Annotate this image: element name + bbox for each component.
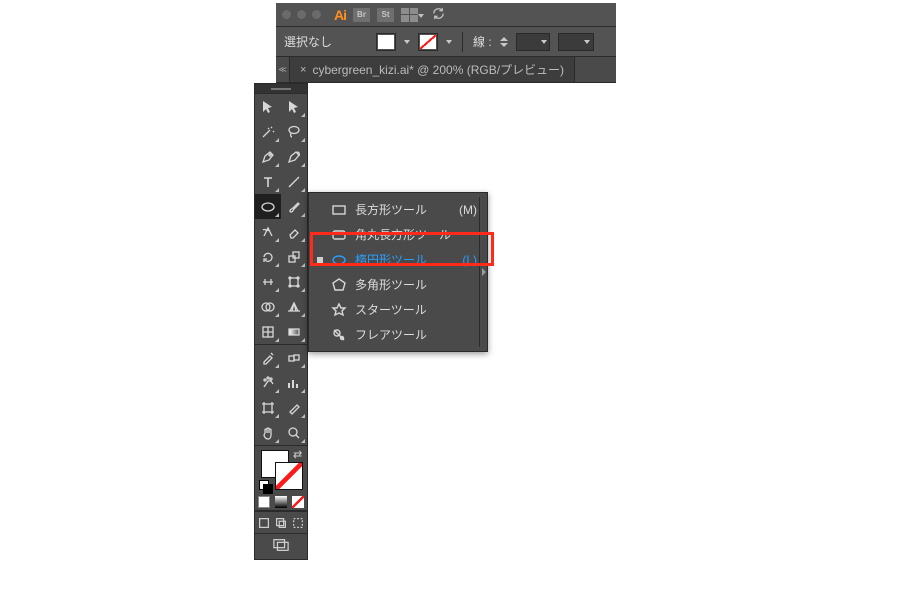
sync-settings-icon[interactable]: [431, 6, 446, 24]
flyout-item-label: 楕円形ツール: [355, 251, 454, 268]
flyout-item-rectangle[interactable]: 長方形ツール (M): [309, 197, 487, 222]
flyout-tearoff-grip[interactable]: [479, 197, 487, 347]
shape-tool[interactable]: [255, 194, 281, 219]
stroke-weight-field[interactable]: [516, 33, 550, 51]
flyout-item-label: スターツール: [355, 301, 469, 318]
flyout-item-ellipse[interactable]: 楕円形ツール (L): [309, 247, 487, 272]
lasso-tool[interactable]: [281, 119, 307, 144]
draw-normal-button[interactable]: [255, 512, 272, 533]
flyout-item-label: フレアツール: [355, 326, 469, 343]
gradient-tool[interactable]: [281, 319, 307, 344]
shape-builder-tool[interactable]: [255, 294, 281, 319]
flyout-item-shortcut: (M): [459, 203, 477, 217]
flyout-item-flare[interactable]: フレアツール: [309, 322, 487, 347]
traffic-lights: [282, 10, 321, 19]
bridge-icon[interactable]: Br: [353, 8, 370, 22]
shaper-tool[interactable]: [255, 219, 281, 244]
flyout-item-label: 長方形ツール: [355, 201, 451, 218]
stroke-swatch-dropdown[interactable]: [446, 40, 452, 44]
line-segment-tool[interactable]: [281, 169, 307, 194]
stroke-weight-stepper[interactable]: [500, 37, 508, 47]
tab-collapse-handle[interactable]: [276, 57, 290, 82]
shape-tools-flyout: 長方形ツール (M) 角丸長方形ツール 楕円形ツール (L) 多角形ツール スタ…: [308, 192, 488, 352]
draw-inside-button[interactable]: [290, 512, 307, 533]
magic-wand-tool[interactable]: [255, 119, 281, 144]
paintbrush-tool[interactable]: [281, 194, 307, 219]
tools-panel: ⇄: [254, 83, 308, 560]
zoom-tool[interactable]: [281, 420, 307, 445]
pen-tool[interactable]: [255, 144, 281, 169]
selected-bullet-icon: [317, 257, 323, 263]
arrange-documents-button[interactable]: [401, 8, 424, 22]
selection-tool[interactable]: [255, 94, 281, 119]
type-tool[interactable]: [255, 169, 281, 194]
document-tab[interactable]: × cybergreen_kizi.ai* @ 200% (RGB/プレビュー): [290, 57, 575, 82]
free-transform-tool[interactable]: [281, 269, 307, 294]
tools-panel-grip[interactable]: [255, 84, 307, 94]
window-titlebar: Ai Br St: [276, 3, 616, 27]
fill-stroke-indicator[interactable]: ⇄: [255, 446, 307, 494]
flyout-item-label: 角丸長方形ツール: [355, 226, 469, 243]
stroke-label: 線 :: [473, 33, 492, 50]
column-graph-tool[interactable]: [281, 370, 307, 395]
control-bar: 選択なし 線 :: [276, 27, 616, 57]
curvature-tool[interactable]: [281, 144, 307, 169]
swap-fill-stroke-icon[interactable]: ⇄: [293, 448, 302, 461]
document-tab-title: cybergreen_kizi.ai* @ 200% (RGB/プレビュー): [312, 61, 564, 78]
symbol-sprayer-tool[interactable]: [255, 370, 281, 395]
hand-tool[interactable]: [255, 420, 281, 445]
stroke-swatch[interactable]: [418, 33, 438, 51]
stock-icon[interactable]: St: [377, 8, 394, 22]
rotate-tool[interactable]: [255, 244, 281, 269]
default-fill-stroke-icon[interactable]: [259, 480, 271, 492]
flyout-item-label: 多角形ツール: [355, 276, 469, 293]
selection-status-label: 選択なし: [284, 33, 332, 50]
color-mode-row: [255, 494, 307, 510]
traffic-close[interactable]: [282, 10, 291, 19]
divider: [462, 32, 463, 52]
draw-behind-button[interactable]: [272, 512, 289, 533]
color-mode-gradient[interactable]: [272, 494, 289, 510]
color-mode-none[interactable]: [290, 494, 307, 510]
eraser-tool[interactable]: [281, 219, 307, 244]
slice-tool[interactable]: [281, 395, 307, 420]
color-mode-solid[interactable]: [255, 494, 272, 510]
flyout-item-star[interactable]: スターツール: [309, 297, 487, 322]
flyout-item-rounded-rectangle[interactable]: 角丸長方形ツール: [309, 222, 487, 247]
document-tab-bar: × cybergreen_kizi.ai* @ 200% (RGB/プレビュー): [276, 57, 616, 83]
app-logo: Ai: [334, 7, 346, 23]
flyout-item-polygon[interactable]: 多角形ツール: [309, 272, 487, 297]
flyout-item-shortcut: (L): [462, 253, 477, 267]
fill-swatch[interactable]: [376, 33, 396, 51]
fill-swatch-dropdown[interactable]: [404, 40, 410, 44]
stroke-profile-dropdown[interactable]: [558, 33, 594, 51]
perspective-grid-tool[interactable]: [281, 294, 307, 319]
screen-mode-button[interactable]: [255, 533, 307, 555]
traffic-zoom[interactable]: [312, 10, 321, 19]
direct-selection-tool[interactable]: [281, 94, 307, 119]
blend-tool[interactable]: [281, 345, 307, 370]
width-tool[interactable]: [255, 269, 281, 294]
artboard-tool[interactable]: [255, 395, 281, 420]
mesh-tool[interactable]: [255, 319, 281, 344]
close-tab-icon[interactable]: ×: [300, 64, 306, 76]
traffic-minimize[interactable]: [297, 10, 306, 19]
eyedropper-tool[interactable]: [255, 345, 281, 370]
stroke-color-swatch[interactable]: [275, 462, 303, 490]
scale-tool[interactable]: [281, 244, 307, 269]
